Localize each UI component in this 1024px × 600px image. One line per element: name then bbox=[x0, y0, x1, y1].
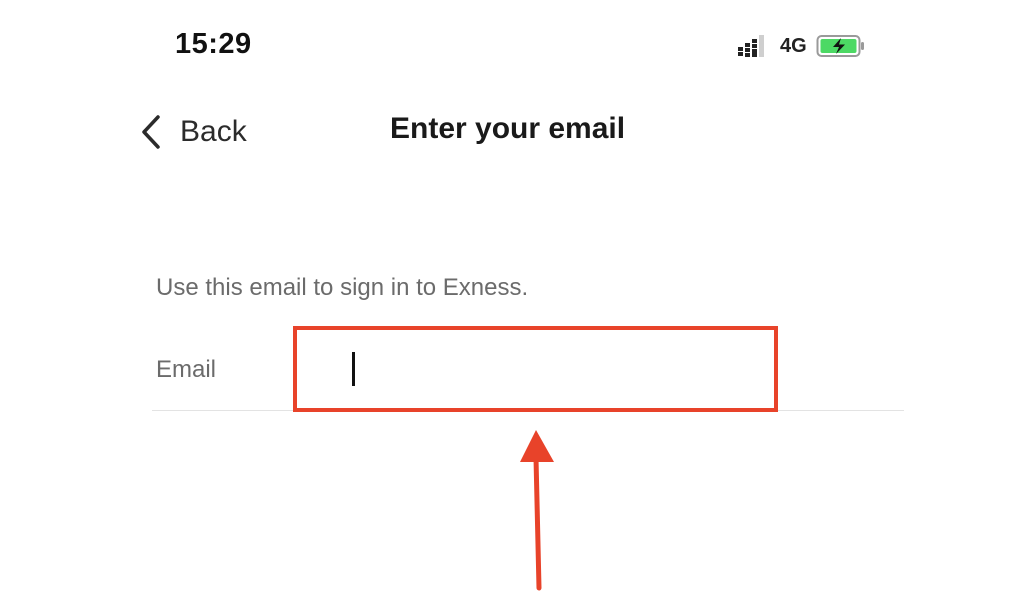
status-time: 15:29 bbox=[175, 28, 252, 60]
email-entry-screen: 15:29 4G Back Enter your email Use this … bbox=[0, 0, 1024, 600]
network-type-label: 4G bbox=[780, 34, 807, 57]
sign-in-hint: Use this email to sign in to Exness. bbox=[156, 274, 529, 301]
annotation-arrow-icon bbox=[520, 430, 554, 591]
chevron-left-icon bbox=[142, 115, 160, 149]
status-indicators: 4G bbox=[738, 33, 866, 59]
text-cursor bbox=[352, 352, 355, 386]
field-divider bbox=[152, 410, 904, 411]
battery-charging-icon bbox=[816, 35, 864, 57]
signal-bars-icon bbox=[738, 35, 764, 57]
email-label: Email bbox=[156, 356, 217, 383]
back-label: Back bbox=[180, 115, 247, 148]
back-button[interactable]: Back bbox=[140, 110, 247, 154]
page-title: Enter your email bbox=[390, 112, 626, 145]
email-input[interactable] bbox=[340, 340, 760, 400]
